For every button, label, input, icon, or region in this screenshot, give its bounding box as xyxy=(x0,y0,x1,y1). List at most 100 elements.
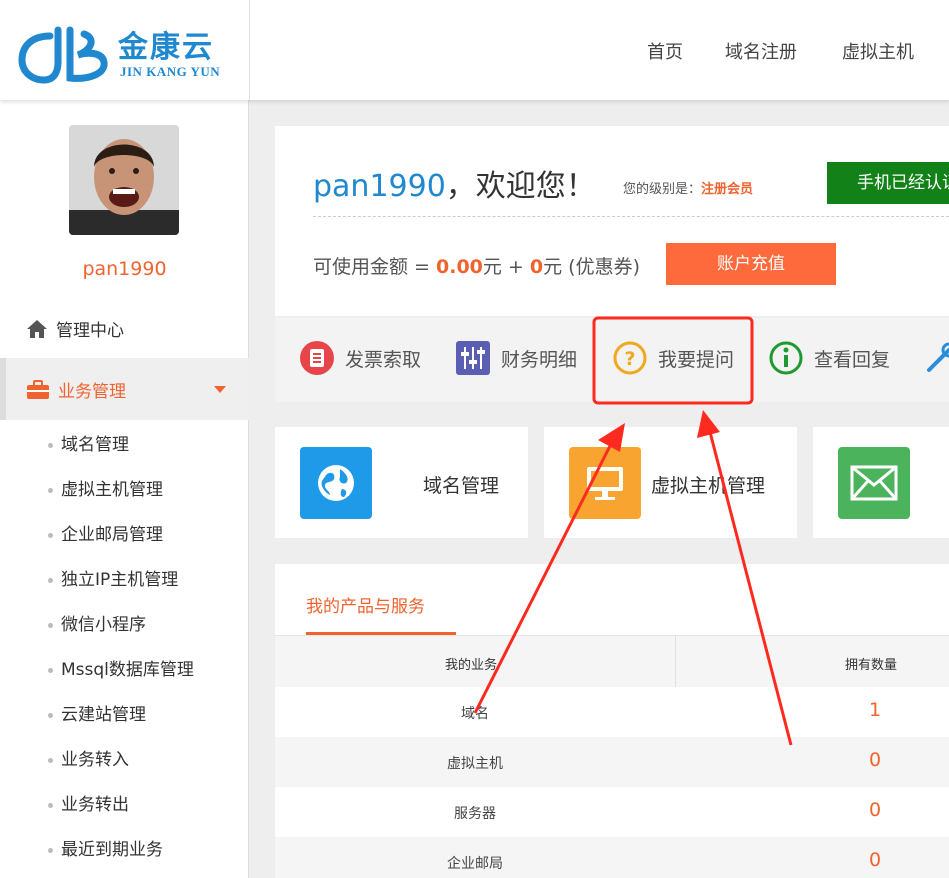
house-icon xyxy=(27,319,47,338)
nav-domain-register[interactable]: 域名注册 xyxy=(725,38,797,64)
column-divider xyxy=(675,635,676,687)
sidebar-subitem-expiring[interactable]: 最近到期业务 xyxy=(48,835,163,860)
sidebar-subitem-label: 企业邮局管理 xyxy=(61,525,163,545)
bullet-icon xyxy=(48,848,53,853)
sidebar-subitem-label: 业务转入 xyxy=(61,750,129,770)
logo-subtext: JIN KANG YUN xyxy=(120,64,221,79)
welcome-heading: pan1990，欢迎您！ xyxy=(313,161,596,205)
bullet-icon xyxy=(48,713,53,718)
avatar-photo xyxy=(69,125,179,235)
welcome-username: pan1990 xyxy=(313,169,446,204)
table-row[interactable]: 域名 1 xyxy=(275,687,949,737)
bullet-icon xyxy=(48,758,53,763)
card-domain-management[interactable]: 域名管理 xyxy=(275,427,528,538)
nav-virtual-host[interactable]: 虚拟主机 xyxy=(842,38,914,64)
sidebar-subitem-label: 业务转出 xyxy=(61,795,129,815)
sidebar-subitem-dedicated-ip[interactable]: 独立IP主机管理 xyxy=(48,565,178,590)
quick-toolbar: 发票索取 财务明细 ? 我要提问 查看回复 xyxy=(275,318,949,402)
phone-verified-button[interactable]: 手机已经认证 xyxy=(827,162,949,204)
invoice-icon xyxy=(300,341,334,375)
bullet-icon xyxy=(48,803,53,808)
column-header-business: 我的业务 xyxy=(445,658,498,673)
sidebar-item-business[interactable]: 业务管理 xyxy=(0,358,249,420)
nav-home[interactable]: 首页 xyxy=(647,38,683,64)
sidebar-item-label: 业务管理 xyxy=(58,382,126,402)
balance-text: 可使用金额 = 0.00元 + 0元 (优惠券) xyxy=(313,252,640,279)
globe-icon xyxy=(300,447,372,519)
table-row[interactable]: 服务器 0 xyxy=(275,787,949,837)
sidebar-subitem-label: 独立IP主机管理 xyxy=(61,570,179,590)
bullet-icon xyxy=(48,668,53,673)
sidebar-subitem-wechat-miniapp[interactable]: 微信小程序 xyxy=(48,610,146,635)
column-header-count: 拥有数量 xyxy=(845,658,898,673)
toolbar-finance[interactable]: 财务明细 xyxy=(455,340,577,376)
sidebar-subitem-email[interactable]: 企业邮局管理 xyxy=(48,520,163,545)
briefcase-icon xyxy=(27,379,49,399)
row-name: 域名 xyxy=(461,706,489,722)
sidebar-subitem-virtual-host[interactable]: 虚拟主机管理 xyxy=(48,475,163,500)
header-divider xyxy=(249,0,250,100)
balance-label: 可使用金额 = xyxy=(313,256,436,278)
bullet-icon xyxy=(48,578,53,583)
monitor-icon xyxy=(569,447,641,519)
sidebar-subitem-domain[interactable]: 域名管理 xyxy=(48,430,129,455)
toolbar-label: 财务明细 xyxy=(501,348,578,371)
sidebar-subitem-label: Mssql数据库管理 xyxy=(61,660,194,680)
table-header: 我的业务 拥有数量 xyxy=(275,635,949,687)
svg-text:?: ? xyxy=(624,348,635,370)
row-name: 服务器 xyxy=(454,806,496,822)
table-row[interactable]: 虚拟主机 0 xyxy=(275,737,949,787)
sidebar: pan1990 管理中心 业务管理 域名管理 虚拟主机管理 企业邮局管理 独立I… xyxy=(0,100,249,878)
bullet-icon xyxy=(48,488,53,493)
row-count[interactable]: 0 xyxy=(835,799,915,821)
products-panel: 我的产品与服务 我的业务 拥有数量 域名 1 虚拟主机 0 服务器 0 企业邮局… xyxy=(275,564,949,878)
dashed-divider xyxy=(313,216,949,217)
sidebar-subitem-label: 微信小程序 xyxy=(61,615,146,635)
welcome-greeting: ，欢迎您！ xyxy=(445,169,596,204)
mail-icon xyxy=(838,447,910,519)
balance-unit: 元 + xyxy=(482,256,530,278)
sidebar-item-manage-center[interactable]: 管理中心 xyxy=(26,316,124,341)
card-email-management[interactable] xyxy=(813,427,949,538)
caret-down-icon[interactable] xyxy=(214,386,226,393)
toolbar-invoice[interactable]: 发票索取 xyxy=(299,340,421,376)
balance-amount: 0.00 xyxy=(436,256,483,278)
sidebar-subitem-label: 云建站管理 xyxy=(61,705,146,725)
table-row[interactable]: 企业邮局 0 xyxy=(275,837,949,878)
sidebar-subitem-label: 域名管理 xyxy=(61,435,129,455)
info-icon xyxy=(769,341,803,375)
toolbar-view-reply[interactable]: 查看回复 xyxy=(768,340,890,376)
recharge-button[interactable]: 账户充值 xyxy=(666,243,836,285)
welcome-card: pan1990，欢迎您！ 您的级别是：注册会员 手机已经认证 可使用金额 = 0… xyxy=(275,126,949,316)
member-level: 您的级别是：注册会员 xyxy=(623,178,753,197)
row-name: 虚拟主机 xyxy=(447,756,503,772)
avatar[interactable] xyxy=(69,125,179,235)
wrench-icon xyxy=(927,342,949,372)
card-label: 虚拟主机管理 xyxy=(651,475,766,497)
logo-text: 金康云 xyxy=(118,30,214,65)
toolbar-ask-question[interactable]: ? 我要提问 xyxy=(612,340,734,376)
row-name: 企业邮局 xyxy=(447,856,503,872)
question-icon: ? xyxy=(613,341,647,375)
sidebar-item-label: 管理中心 xyxy=(56,321,124,341)
toolbar-label: 查看回复 xyxy=(814,348,891,371)
sidebar-subitem-label: 最近到期业务 xyxy=(61,840,163,860)
sidebar-subitem-transfer-out[interactable]: 业务转出 xyxy=(48,790,129,815)
row-count[interactable]: 1 xyxy=(835,699,915,721)
sidebar-subitem-label: 虚拟主机管理 xyxy=(61,480,163,500)
sidebar-subitem-site-builder[interactable]: 云建站管理 xyxy=(48,700,146,725)
sidebar-subitem-mssql[interactable]: Mssql数据库管理 xyxy=(48,655,194,680)
sidebar-subitem-transfer-in[interactable]: 业务转入 xyxy=(48,745,129,770)
toolbar-label: 我要提问 xyxy=(658,348,735,371)
toolbar-label: 发票索取 xyxy=(345,348,422,371)
sliders-icon xyxy=(456,341,490,375)
card-virtual-host-management[interactable]: 虚拟主机管理 xyxy=(544,427,797,538)
coupon-unit: 元 (优惠券) xyxy=(543,256,640,278)
bullet-icon xyxy=(48,443,53,448)
sidebar-username: pan1990 xyxy=(82,258,167,280)
tab-my-products[interactable]: 我的产品与服务 xyxy=(306,592,425,617)
row-count[interactable]: 0 xyxy=(835,749,915,771)
toolbar-tools[interactable] xyxy=(923,340,949,376)
top-header: 金康云 JIN KANG YUN 首页 域名注册 虚拟主机 xyxy=(0,0,949,100)
row-count[interactable]: 0 xyxy=(835,849,915,871)
